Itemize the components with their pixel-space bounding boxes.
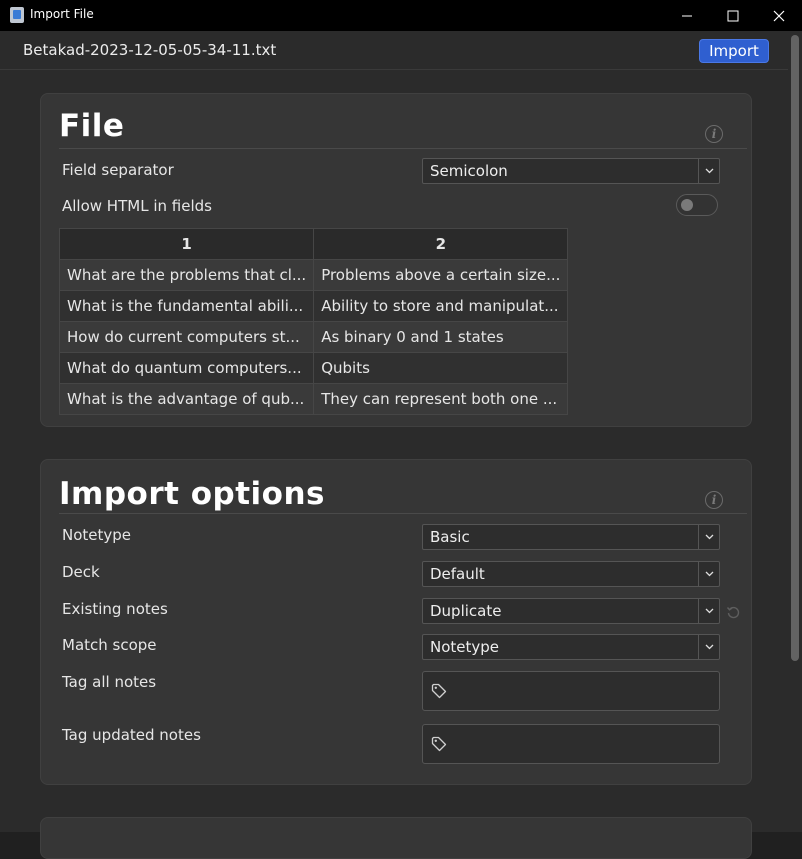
notetype-value: Basic: [430, 528, 470, 546]
table-row: What is the advantage of qub... They can…: [58, 383, 569, 415]
table-cell: What are the problems that cl...: [58, 259, 315, 291]
title-bar: Import File: [0, 0, 802, 31]
notetype-select[interactable]: Basic: [422, 524, 720, 550]
file-name: Betakad-2023-12-05-05-34-11.txt: [23, 41, 277, 59]
notetype-label: Notetype: [62, 526, 132, 544]
table-row: What do quantum computers... Qubits: [58, 352, 569, 384]
existing-notes-select[interactable]: Duplicate: [422, 598, 720, 624]
toggle-knob: [681, 199, 693, 211]
deck-select[interactable]: Default: [422, 561, 720, 587]
app-icon: [10, 7, 24, 23]
section-title-file: File: [59, 108, 125, 144]
minimize-icon: [681, 15, 692, 17]
tag-icon: [431, 683, 447, 699]
table-cell: How do current computers st...: [58, 321, 315, 353]
field-separator-value: Semicolon: [430, 162, 508, 180]
close-icon: [773, 10, 785, 21]
match-scope-select[interactable]: Notetype: [422, 634, 720, 660]
close-button[interactable]: [756, 0, 802, 31]
match-scope-label: Match scope: [62, 636, 157, 654]
table-cell: What is the fundamental abili...: [58, 290, 315, 322]
allow-html-toggle[interactable]: [676, 194, 718, 216]
file-section: File i Field separator Semicolon Allow H…: [40, 93, 752, 427]
chevron-down-icon: [698, 525, 719, 549]
minimize-button[interactable]: [664, 0, 710, 31]
maximize-icon: [727, 10, 739, 21]
tag-all-notes-input[interactable]: [422, 671, 720, 711]
deck-value: Default: [430, 565, 485, 583]
field-separator-label: Field separator: [62, 161, 174, 179]
table-cell: Problems above a certain size...: [313, 259, 569, 291]
allow-html-label: Allow HTML in fields: [62, 197, 212, 215]
deck-label: Deck: [62, 563, 100, 581]
tag-updated-notes-input[interactable]: [422, 724, 720, 764]
info-icon[interactable]: i: [705, 491, 723, 509]
table-cell: They can represent both one ...: [313, 383, 569, 415]
table-cell: Ability to store and manipulat...: [313, 290, 569, 322]
vertical-scrollbar[interactable]: [788, 31, 802, 832]
file-header: Betakad-2023-12-05-05-34-11.txt Import: [0, 31, 788, 70]
chevron-down-icon: [698, 635, 719, 659]
next-section-card: [40, 817, 752, 859]
revert-icon[interactable]: [726, 605, 740, 619]
table-cell: What is the advantage of qub...: [58, 383, 315, 415]
scrollbar-thumb[interactable]: [791, 35, 799, 661]
table-row: What are the problems that cl... Problem…: [58, 259, 569, 291]
table-header-row: 1 2: [58, 228, 569, 260]
window-title: Import File: [30, 7, 94, 21]
match-scope-value: Notetype: [430, 638, 500, 656]
section-title-import-options: Import options: [59, 476, 325, 512]
table-row: How do current computers st... As binary…: [58, 321, 569, 353]
info-icon[interactable]: i: [705, 125, 723, 143]
column-header: 1: [58, 228, 315, 260]
tag-icon: [431, 736, 447, 752]
table-cell: Qubits: [313, 352, 569, 384]
section-divider: [59, 513, 747, 514]
column-header: 2: [313, 228, 569, 260]
table-cell: What do quantum computers...: [58, 352, 315, 384]
tag-all-notes-label: Tag all notes: [62, 673, 157, 691]
chevron-down-icon: [698, 562, 719, 586]
existing-notes-value: Duplicate: [430, 602, 502, 620]
field-separator-select[interactable]: Semicolon: [422, 158, 720, 184]
preview-table: 1 2 What are the problems that cl... Pro…: [58, 228, 569, 415]
table-row: What is the fundamental abili... Ability…: [58, 290, 569, 322]
import-button[interactable]: Import: [699, 39, 769, 63]
maximize-button[interactable]: [710, 0, 756, 31]
import-options-section: Import options i Notetype Basic Deck Def…: [40, 459, 752, 785]
existing-notes-label: Existing notes: [62, 600, 168, 618]
chevron-down-icon: [698, 599, 719, 623]
table-cell: As binary 0 and 1 states: [313, 321, 569, 353]
tag-updated-notes-label: Tag updated notes: [62, 726, 201, 744]
chevron-down-icon: [698, 159, 719, 183]
section-divider: [59, 148, 747, 149]
content-area: File i Field separator Semicolon Allow H…: [0, 70, 788, 859]
